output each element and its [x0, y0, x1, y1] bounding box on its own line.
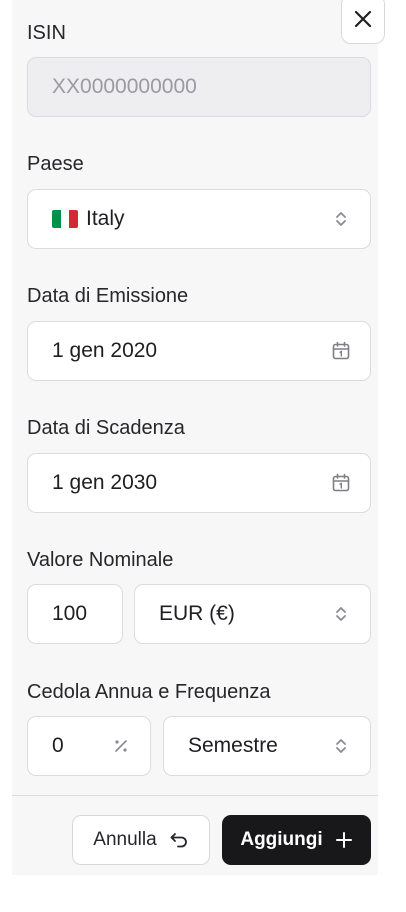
percent-icon [110, 735, 132, 757]
italy-flag-icon [52, 210, 78, 228]
cancel-label: Annulla [93, 829, 157, 850]
nominal-amount-value: 100 [52, 602, 88, 625]
issue-date-value: 1 gen 2020 [52, 339, 158, 362]
plus-icon [335, 831, 353, 849]
coupon-rate-input[interactable]: 0 [27, 716, 151, 776]
frequency-select[interactable]: Semestre [163, 716, 371, 776]
add-label: Aggiungi [240, 829, 323, 850]
cancel-button[interactable]: Annulla [72, 815, 210, 865]
country-select[interactable]: Italy [27, 189, 371, 249]
close-icon [354, 10, 372, 28]
nominal-value-label: Valore Nominale [27, 549, 174, 571]
close-button[interactable] [341, 0, 385, 44]
calendar-icon[interactable] [330, 340, 352, 362]
issue-date-input[interactable]: 1 gen 2020 [27, 321, 371, 381]
coupon-rate-value: 0 [52, 734, 64, 757]
nominal-amount-input[interactable]: 100 [27, 584, 123, 644]
calendar-icon[interactable] [330, 472, 352, 494]
coupon-label: Cedola Annua e Frequenza [27, 681, 271, 703]
footer-divider [12, 795, 378, 796]
maturity-date-label: Data di Scadenza [27, 417, 185, 439]
undo-icon [169, 831, 189, 849]
chevron-updown-icon [330, 208, 352, 230]
maturity-date-value: 1 gen 2030 [52, 471, 158, 494]
issue-date-label: Data di Emissione [27, 285, 189, 307]
isin-label: ISIN [27, 22, 66, 44]
maturity-date-input[interactable]: 1 gen 2030 [27, 453, 371, 513]
country-label: Paese [27, 153, 84, 175]
isin-input[interactable]: XX0000000000 [27, 57, 371, 117]
add-button[interactable]: Aggiungi [222, 815, 371, 865]
chevron-updown-icon [330, 735, 352, 757]
country-value: Italy [86, 207, 125, 230]
currency-select[interactable]: EUR (€) [134, 584, 371, 644]
chevron-updown-icon [330, 603, 352, 625]
isin-placeholder: XX0000000000 [52, 75, 197, 98]
currency-value: EUR (€) [159, 602, 235, 625]
frequency-value: Semestre [188, 734, 278, 757]
